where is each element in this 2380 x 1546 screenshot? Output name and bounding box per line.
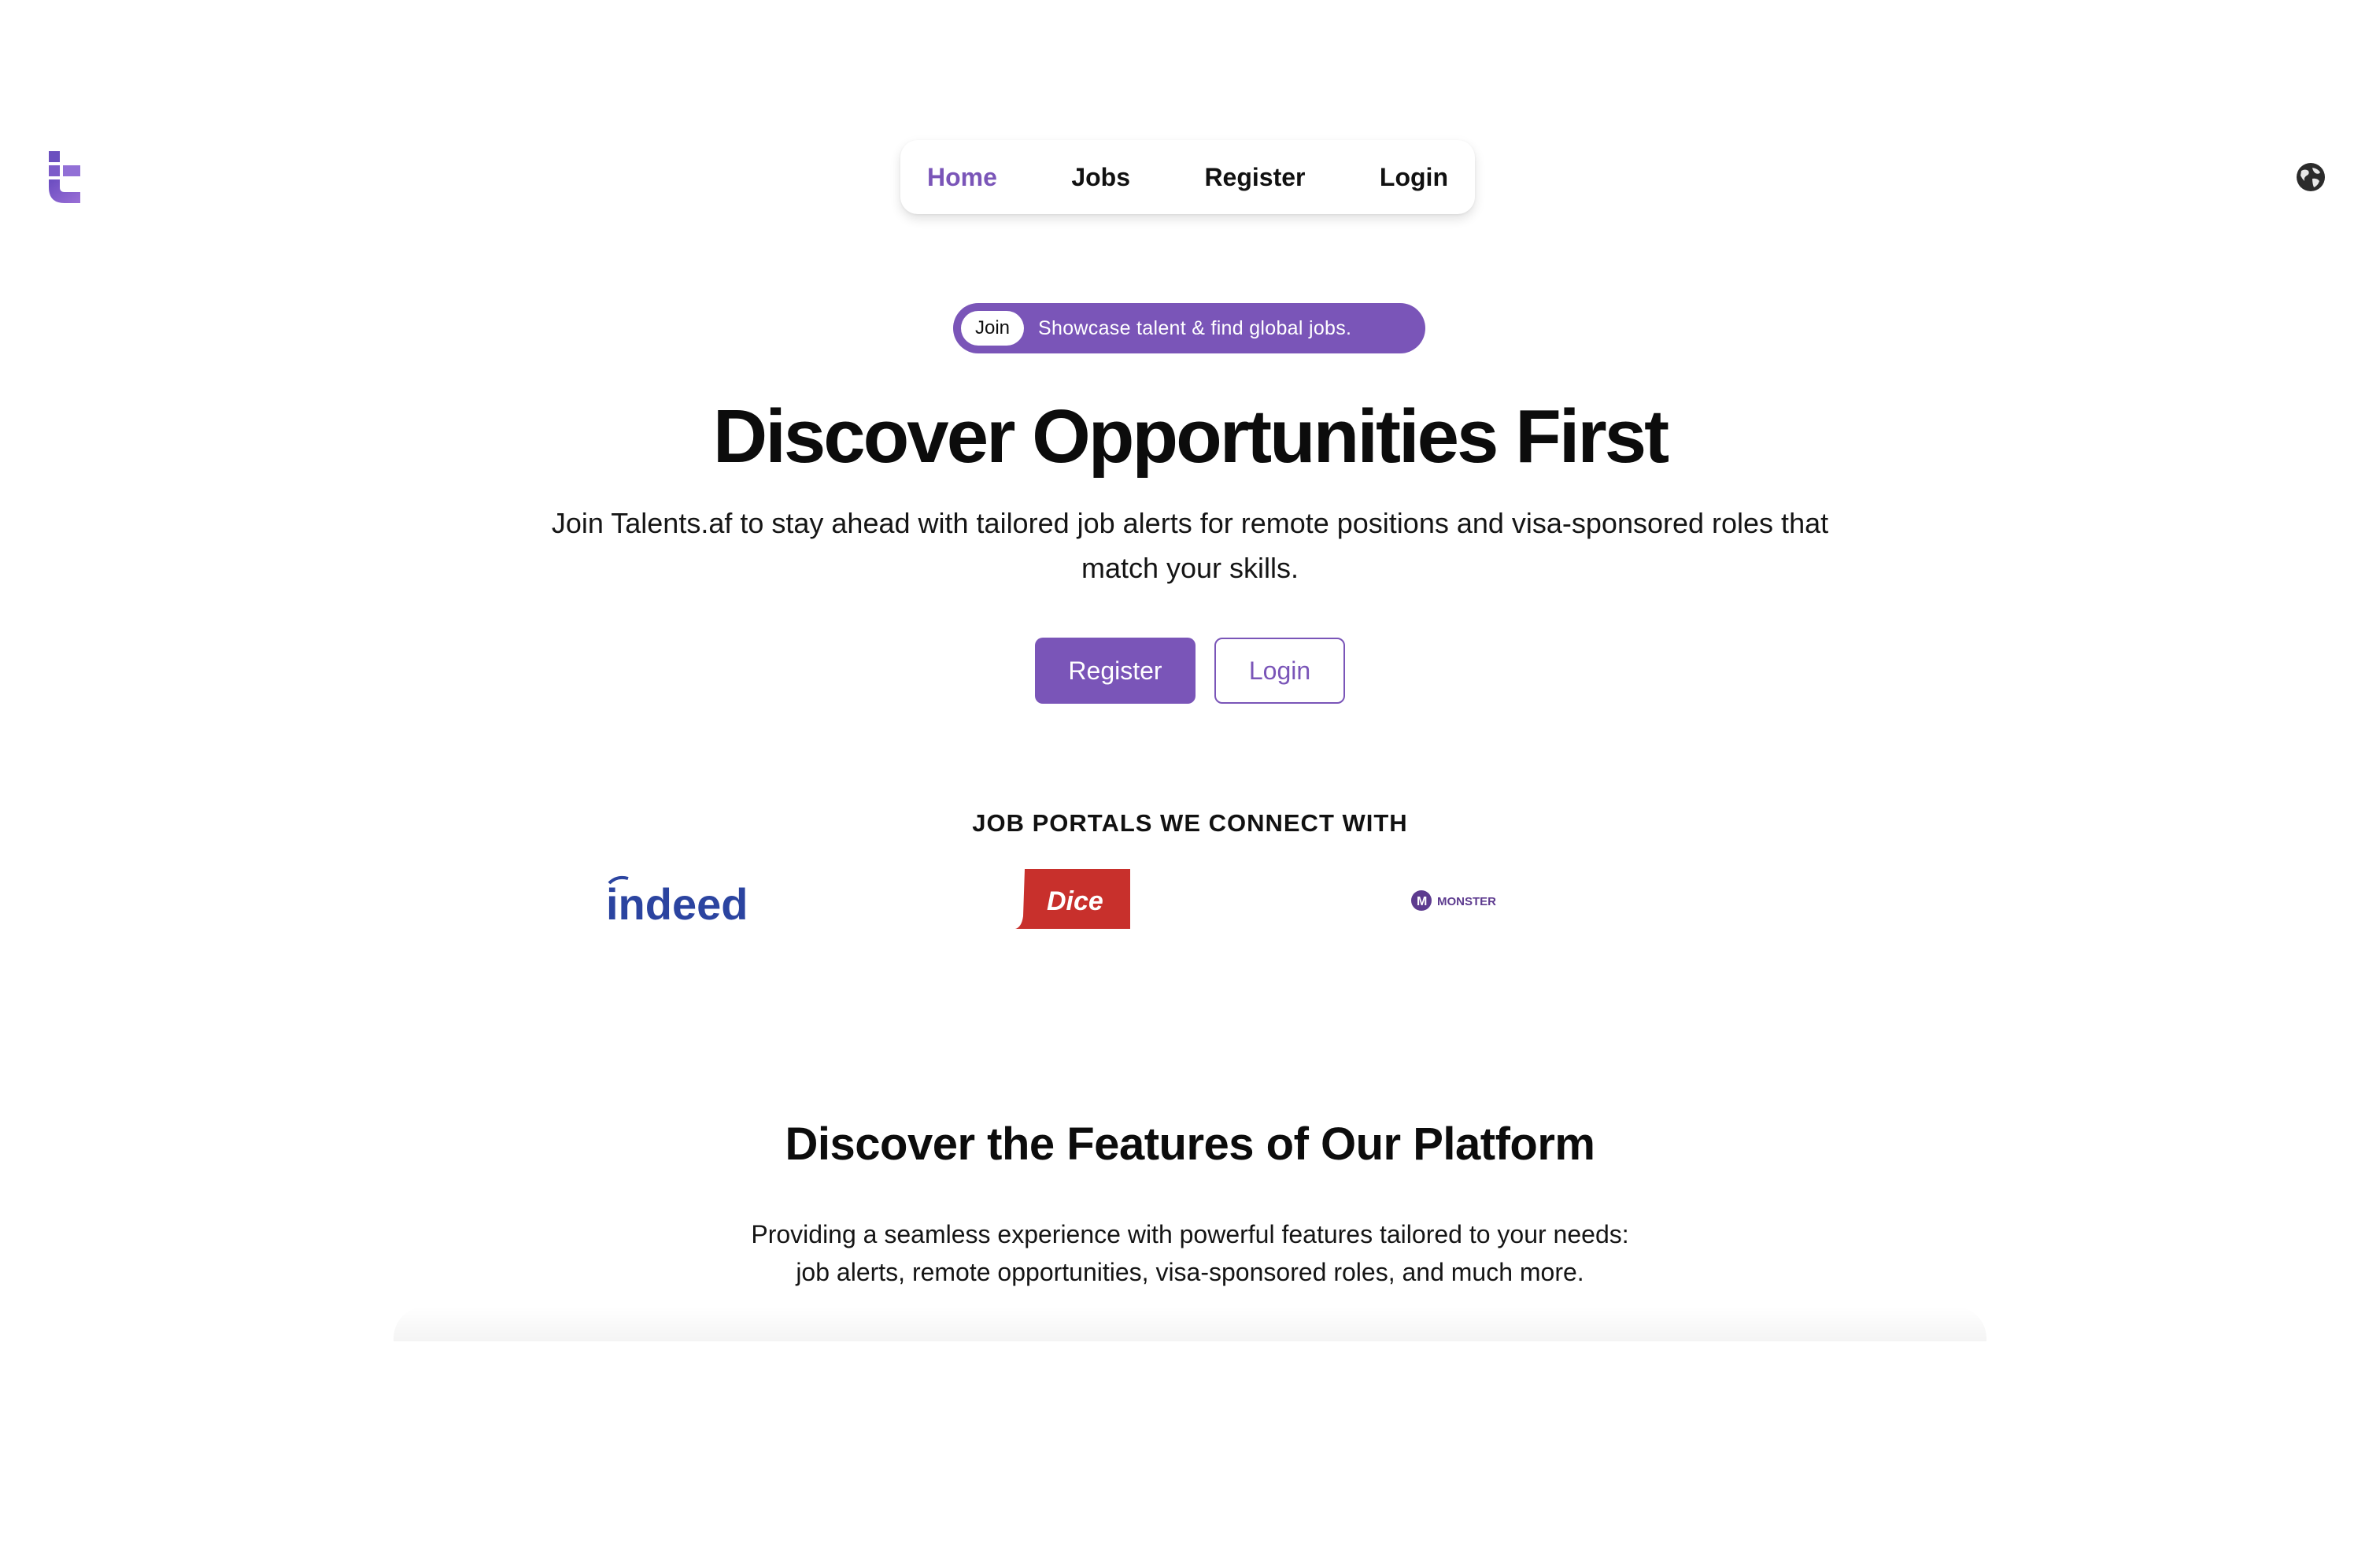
dice-logo: Dice [1015, 869, 1130, 929]
announcement-pill[interactable]: Join Showcase talent & find global jobs. [953, 303, 1425, 353]
features-subtitle-line1: Providing a seamless experience with pow… [751, 1220, 1629, 1248]
features-card-edge [394, 1307, 1986, 1341]
features-subtitle-line2: job alerts, remote opportunities, visa-s… [796, 1258, 1584, 1286]
main-nav: Home Jobs Register Login [900, 140, 1475, 214]
hero-subtitle: Join Talents.af to stay ahead with tailo… [551, 507, 1829, 584]
monster-logo: M MONSTER [1411, 890, 1496, 911]
svg-text:M: M [1417, 895, 1427, 908]
join-chip: Join [961, 311, 1025, 346]
talents-logo-icon[interactable] [49, 151, 82, 203]
nav-home[interactable]: Home [927, 157, 997, 198]
features-title: Discover the Features of Our Platform [785, 1119, 1595, 1170]
svg-text:MONSTER: MONSTER [1437, 895, 1496, 908]
portals-heading: JOB PORTALS WE CONNECT WITH [972, 809, 1408, 837]
login-button[interactable]: Login [1214, 638, 1345, 704]
nav-jobs[interactable]: Jobs [1071, 157, 1130, 198]
indeed-logo: indeed [606, 875, 748, 926]
nav-login[interactable]: Login [1380, 157, 1448, 198]
svg-text:Dice: Dice [1047, 886, 1103, 916]
announcement-text: Showcase talent & find global jobs. [1038, 316, 1352, 339]
page: Home Jobs Register Login Join Showcase t… [0, 0, 2380, 1546]
features-subtitle: Providing a seamless experience with pow… [630, 1215, 1750, 1291]
svg-text:indeed: indeed [606, 879, 748, 926]
register-button[interactable]: Register [1035, 638, 1196, 704]
hero-title: Discover Opportunities First [712, 394, 1669, 479]
nav-register[interactable]: Register [1204, 157, 1305, 198]
globe-icon[interactable] [2295, 161, 2326, 193]
